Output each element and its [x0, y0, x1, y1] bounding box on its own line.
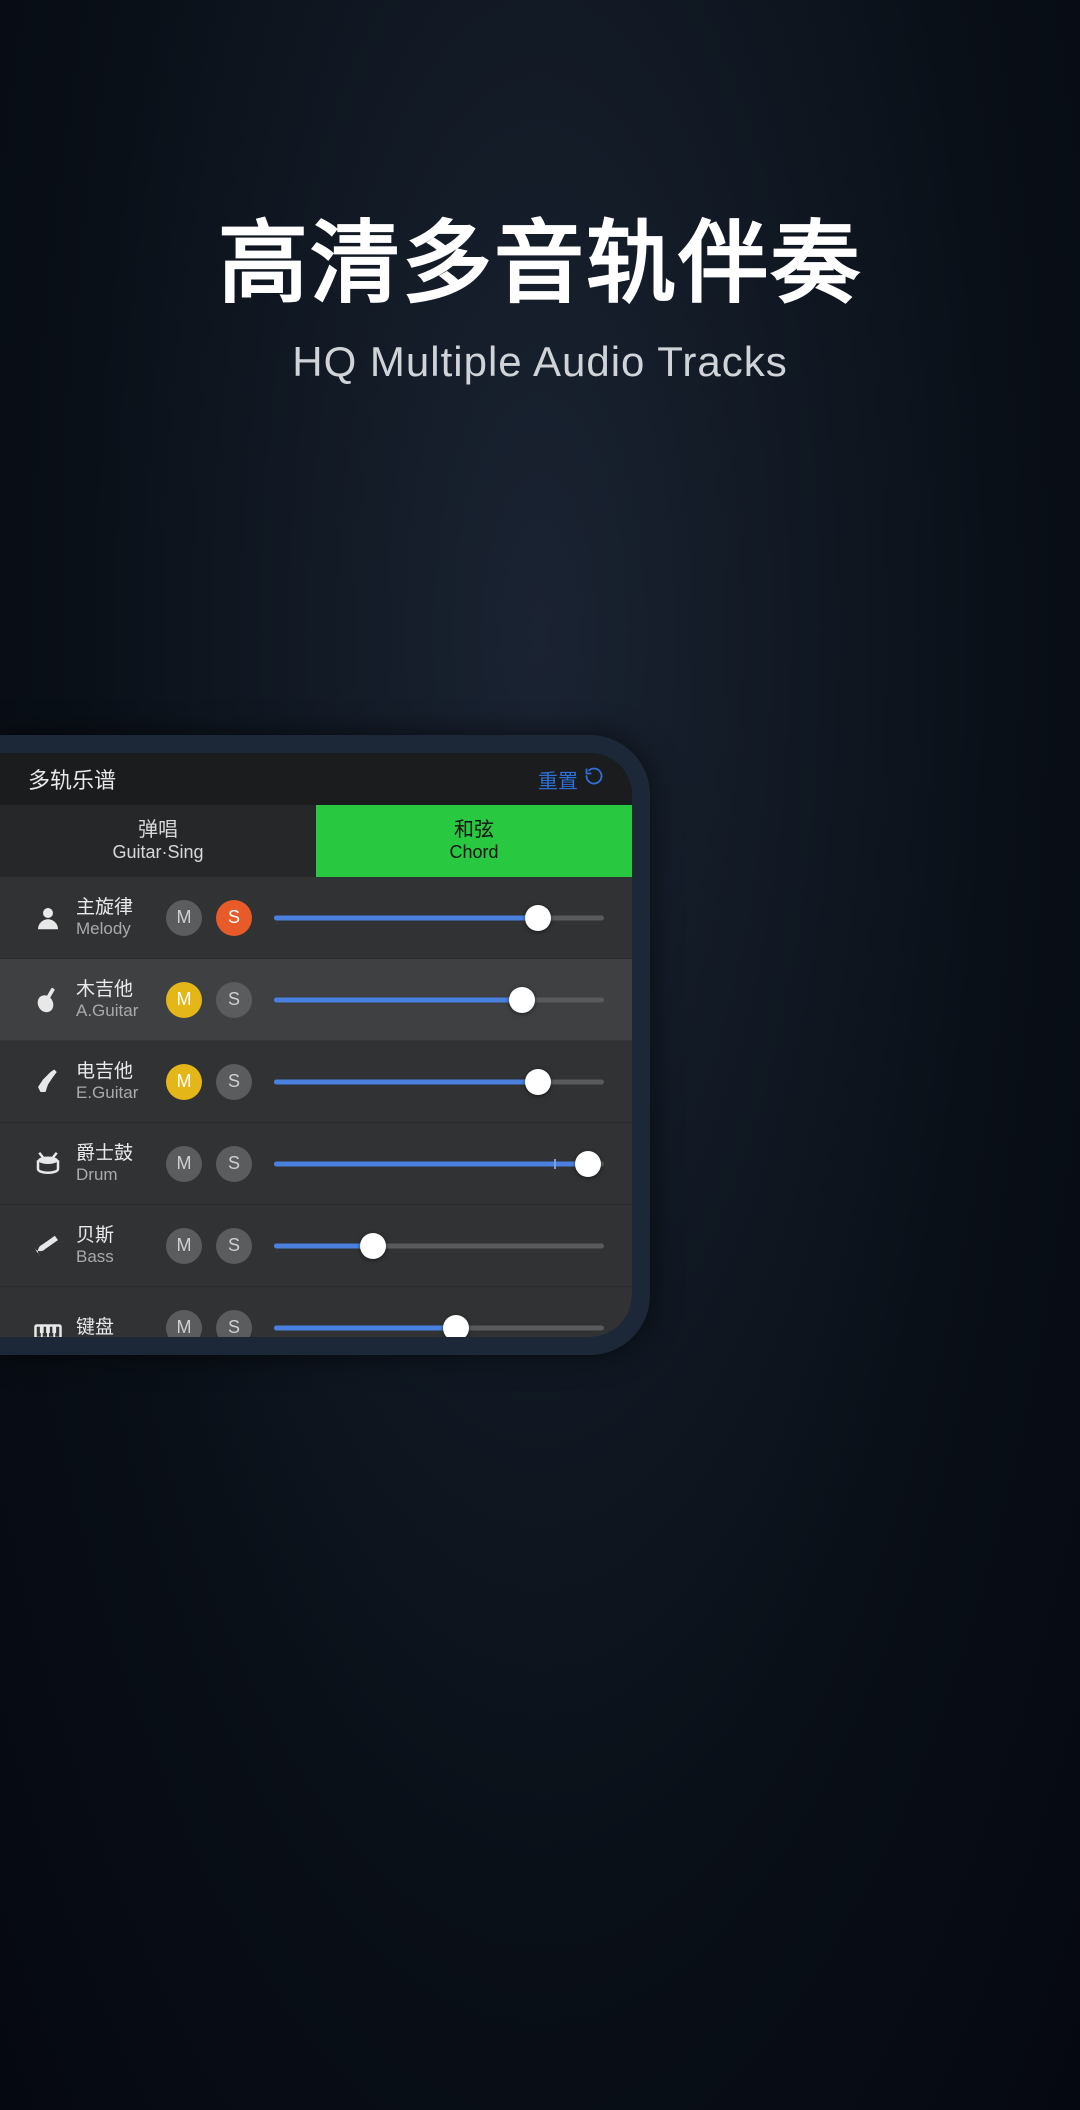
- track-labels: 贝斯 Bass: [76, 1225, 166, 1266]
- tab-label-zh: 弹唱: [138, 819, 178, 841]
- slider-thumb[interactable]: [525, 905, 551, 931]
- piano-icon: [30, 1310, 66, 1338]
- mute-button[interactable]: M: [166, 900, 202, 936]
- track-row[interactable]: 木吉他 A.Guitar M S: [0, 959, 632, 1041]
- eguitar-icon: [30, 1064, 66, 1100]
- bass-icon: [30, 1228, 66, 1264]
- slider-thumb[interactable]: [525, 1069, 551, 1095]
- track-name-zh: 贝斯: [76, 1225, 166, 1247]
- track-name-zh: 爵士鼓: [76, 1143, 166, 1165]
- track-name-en: Drum: [76, 1165, 166, 1185]
- mute-button[interactable]: M: [166, 1310, 202, 1338]
- track-name-zh: 电吉他: [76, 1061, 166, 1083]
- phone-screen: 多轨乐谱 重置 弹唱 Guitar·Sing 和弦 Chord: [0, 753, 632, 1337]
- solo-button[interactable]: S: [216, 1310, 252, 1338]
- mute-button[interactable]: M: [166, 1146, 202, 1182]
- track-row[interactable]: 电吉他 E.Guitar M S: [0, 1041, 632, 1123]
- track-row[interactable]: 爵士鼓 Drum M S: [0, 1123, 632, 1205]
- track-labels: 电吉他 E.Guitar: [76, 1061, 166, 1102]
- phone-frame: 多轨乐谱 重置 弹唱 Guitar·Sing 和弦 Chord: [0, 735, 650, 1355]
- aguitar-icon: [30, 982, 66, 1018]
- slider-thumb[interactable]: [509, 987, 535, 1013]
- undo-icon: [584, 766, 604, 792]
- mute-button[interactable]: M: [166, 1064, 202, 1100]
- reset-button[interactable]: 重置: [538, 765, 604, 794]
- track-name-zh: 主旋律: [76, 897, 166, 919]
- track-list: 主旋律 Melody M S 木吉他 A.Guitar M S 电吉他 E.Gu…: [0, 877, 632, 1337]
- track-row[interactable]: 主旋律 Melody M S: [0, 877, 632, 959]
- headline: 高清多音轨伴奏: [0, 190, 1080, 320]
- track-name-en: Bass: [76, 1247, 166, 1267]
- slider-thumb[interactable]: [360, 1233, 386, 1259]
- screen-title: 多轨乐谱: [28, 763, 116, 795]
- volume-slider[interactable]: [274, 898, 604, 938]
- tab-label-zh: 和弦: [454, 819, 494, 841]
- volume-slider[interactable]: [274, 980, 604, 1020]
- subheadline: HQ Multiple Audio Tracks: [0, 338, 1080, 386]
- solo-button[interactable]: S: [216, 982, 252, 1018]
- volume-slider[interactable]: [274, 1144, 604, 1184]
- track-row[interactable]: 键盘 M S: [0, 1287, 632, 1337]
- solo-button[interactable]: S: [216, 1064, 252, 1100]
- volume-slider[interactable]: [274, 1308, 604, 1338]
- title-bar: 多轨乐谱 重置: [0, 753, 632, 805]
- tab-label-en: Chord: [449, 843, 498, 863]
- track-labels: 主旋律 Melody: [76, 897, 166, 938]
- solo-button[interactable]: S: [216, 1146, 252, 1182]
- track-labels: 木吉他 A.Guitar: [76, 979, 166, 1020]
- track-name-zh: 木吉他: [76, 979, 166, 1001]
- drum-icon: [30, 1146, 66, 1182]
- mute-button[interactable]: M: [166, 1228, 202, 1264]
- person-icon: [30, 900, 66, 936]
- mute-button[interactable]: M: [166, 982, 202, 1018]
- tab-guitar-sing[interactable]: 弹唱 Guitar·Sing: [0, 805, 316, 877]
- volume-slider[interactable]: [274, 1062, 604, 1102]
- track-labels: 键盘: [76, 1317, 166, 1337]
- track-row[interactable]: 贝斯 Bass M S: [0, 1205, 632, 1287]
- track-name-zh: 键盘: [76, 1317, 166, 1337]
- track-labels: 爵士鼓 Drum: [76, 1143, 166, 1184]
- reset-label: 重置: [538, 765, 578, 794]
- track-name-en: Melody: [76, 919, 166, 939]
- volume-slider[interactable]: [274, 1226, 604, 1266]
- tab-label-en: Guitar·Sing: [112, 843, 203, 863]
- slider-thumb[interactable]: [443, 1315, 469, 1338]
- slider-thumb[interactable]: [575, 1151, 601, 1177]
- solo-button[interactable]: S: [216, 900, 252, 936]
- solo-button[interactable]: S: [216, 1228, 252, 1264]
- tabs: 弹唱 Guitar·Sing 和弦 Chord: [0, 805, 632, 877]
- track-name-en: A.Guitar: [76, 1001, 166, 1021]
- tab-chord[interactable]: 和弦 Chord: [316, 805, 632, 877]
- track-name-en: E.Guitar: [76, 1083, 166, 1103]
